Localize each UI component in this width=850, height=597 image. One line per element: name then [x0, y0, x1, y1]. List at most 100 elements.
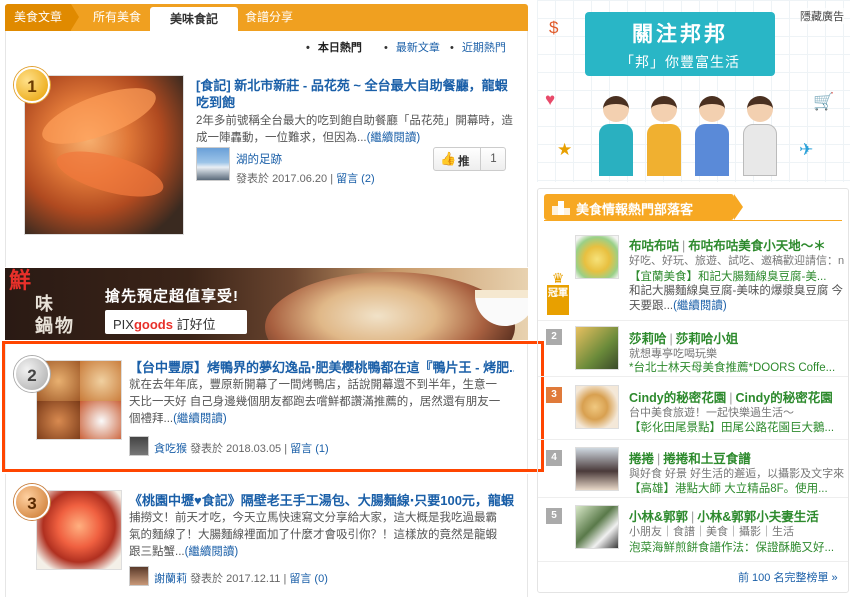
tab-food-articles[interactable]: 美食文章 — [5, 4, 79, 31]
restaurant-ad-banner[interactable]: 鮮 味 鍋物 搶先預定超值享受! PIXgoods 訂好位 — [5, 268, 528, 340]
blogger-post-excerpt: 和記大腸麵線臭豆腐-美味的爆漿臭豆腐 今天要跟...(繼續閱讀) — [629, 284, 844, 314]
excerpt-text: 2年多前號稱全台最大的吃到飽自助餐廳「品花苑」開幕時，造成一陣轟動，一位難求，但… — [196, 115, 513, 144]
logo-suffix: 訂好位 — [172, 317, 216, 332]
promo-subtitle: 「邦」你豐富生活 — [620, 54, 740, 70]
sort-latest[interactable]: 最新文章 — [384, 39, 440, 55]
post-date: 2017.12.11 — [226, 573, 281, 585]
ad-brand-bottom: 味 鍋物 — [35, 294, 75, 337]
posted-label: 發表於 — [236, 173, 269, 185]
sidebar: $ ♥ 🛒 ✈ ★ 關注邦邦 「邦」你豐富生活 隱藏廣告 美食情報熱門部落客 ♛ — [537, 0, 850, 597]
champion-label: 冠軍 — [547, 285, 569, 315]
blogger-description: 小朋友｜食譜｜美食｜攝影｜生活 — [629, 526, 794, 538]
blogger-nickname[interactable]: 莎莉哈 — [629, 332, 667, 346]
full-ranking-link[interactable]: 前 100 名完整榜單 » — [738, 569, 838, 585]
comments-link[interactable]: 留言 (0) — [289, 573, 328, 585]
blogger-latest-post[interactable]: 【彰化田尾景點】田尾公路花園巨大鵝... — [629, 419, 844, 435]
blogger-nickname[interactable]: Cindy的秘密花園 — [629, 391, 726, 405]
rank-badge: 3 — [14, 484, 50, 520]
read-more-link[interactable]: (繼續閱讀) — [185, 546, 239, 558]
meta-separator: | — [330, 173, 334, 185]
push-label: 推 — [458, 156, 470, 168]
author-name[interactable]: 謝蘭莉 — [154, 573, 187, 585]
blogger-avatar[interactable] — [575, 326, 619, 370]
promo-person — [695, 96, 729, 176]
blogger-nickname[interactable]: 布咕布咕 — [629, 239, 679, 253]
promo-title-box: 關注邦邦 「邦」你豐富生活 — [585, 12, 775, 76]
promo-person — [743, 96, 777, 176]
rank-badge: 1 — [14, 67, 50, 103]
blogger-description: 台中美食旅遊！一起快樂過生活～ — [629, 407, 794, 419]
post-date: 2017.06.20 — [272, 173, 328, 185]
bloggers-heading: 美食情報熱門部落客 — [544, 194, 743, 220]
tab-all-food[interactable]: 所有美食 — [81, 4, 153, 31]
bloggers-heading-text: 美食情報熱門部落客 — [576, 202, 694, 217]
author-name[interactable]: 湖的足跡 — [236, 151, 282, 167]
blogger-rank: 5 — [546, 508, 562, 524]
post-excerpt-text: 和記大腸麵線臭豆腐-美味的爆漿臭豆腐 今天要跟... — [629, 285, 844, 312]
sort-today-hot[interactable]: 本日熱門 — [306, 39, 362, 55]
read-more-link[interactable]: (繼續閱讀) — [673, 300, 727, 312]
blog-title[interactable]: Cindy的秘密花園 — [735, 391, 832, 405]
blogger-latest-post[interactable]: 泡菜海鮮煎餅食譜作法：保證酥脆又好... — [629, 539, 844, 555]
blogger-latest-post[interactable]: 【高雄】港點大師 大立精品8F。使用... — [629, 480, 844, 496]
article-thumbnail[interactable] — [24, 75, 184, 235]
tab-recipes[interactable]: 食譜分享 — [233, 4, 305, 31]
blogger-description: 與好食 好景 好生活的邂逅，以攝影及文字來分... — [629, 468, 844, 480]
blogger-item[interactable]: 5 小林&郭郭 | 小林&郭郭小夫妻生活 小朋友｜食譜｜美食｜攝影｜生活 泡菜海鮮煎… — [538, 498, 848, 562]
star-icon: ★ — [557, 140, 573, 159]
article-excerpt: 2年多前號稱全台最大的吃到飽自助餐廳「品花苑」開幕時，造成一陣轟動，一位難求，但… — [196, 113, 514, 147]
article-title[interactable]: [食記] 新北市新莊 - 品花苑 ~ 全台最大自助餐廳，龍蝦吃到飽 — [196, 77, 514, 111]
blogger-nickname[interactable]: 捲捲 — [629, 452, 654, 466]
blog-title[interactable]: 小林&郭郭小夫妻生活 — [697, 510, 819, 524]
blogger-avatar[interactable] — [575, 385, 619, 429]
article-title[interactable]: 《桃園中壢♥食記》隔壁老王手工湯包、大腸麵線‧只要100元，龍蝦... — [129, 492, 514, 509]
promo-person — [647, 96, 681, 176]
ad-headline: 搶先預定超值享受! — [105, 288, 239, 305]
blogger-item[interactable]: ♛ 冠軍 布咕布咕 | 布咕布咕美食小天地～＊ 好吃、好玩、旅遊、試吃、邀稿歡迎請信… — [538, 225, 848, 321]
promo-person — [599, 96, 633, 176]
promo-banner[interactable]: $ ♥ 🛒 ✈ ★ 關注邦邦 「邦」你豐富生活 隱藏廣告 — [537, 0, 850, 182]
blog-title[interactable]: 捲捲和土豆食譜 — [663, 452, 751, 466]
blogger-avatar[interactable] — [575, 235, 619, 279]
article-item: 3 《桃園中壢♥食記》隔壁老王手工湯包、大腸麵線‧只要100元，龍蝦... 捕撈… — [5, 474, 528, 597]
heart-icon: ♥ — [545, 90, 556, 109]
tab-food-journal[interactable]: 美味食記 — [150, 7, 238, 31]
blogger-avatar[interactable] — [575, 505, 619, 549]
article-meta: 謝蘭莉 發表於 2017.12.11 | 留言 (0) — [154, 570, 328, 586]
push-count: 1 — [480, 148, 506, 170]
highlight-frame — [2, 341, 544, 472]
thumbs-up-icon: 👍 — [440, 151, 457, 166]
champion-crown-icon: ♛ 冠軍 — [547, 271, 569, 315]
blogger-avatar[interactable] — [575, 447, 619, 491]
podium-icon — [552, 201, 570, 215]
push-button[interactable]: 👍 推 1 — [433, 147, 506, 171]
comments-link[interactable]: 留言 (2) — [336, 173, 375, 185]
blog-title[interactable]: 布咕布咕美食小天地～＊ — [688, 239, 826, 253]
read-more-link[interactable]: (繼續閱讀) — [367, 132, 421, 144]
pixgoods-logo-text: PIXgoods 訂好位 — [113, 314, 216, 333]
blogger-item[interactable]: 2 莎莉哈 | 莎莉哈小姐 就想專亭吃喝玩樂 *台北士林天母美食推薦*DOORS C… — [538, 321, 848, 377]
hide-ad-button[interactable]: 隱藏廣告 — [800, 8, 844, 24]
blogger-item[interactable]: 3 Cindy的秘密花園 | Cindy的秘密花園 台中美食旅遊！一起快樂過生活～ … — [538, 377, 848, 440]
posted-label: 發表於 — [190, 573, 224, 585]
ad-brand-top: 鮮 — [9, 268, 34, 294]
blog-title[interactable]: 莎莉哈小姐 — [676, 332, 739, 346]
blogger-rank: 4 — [546, 450, 562, 466]
blogger-latest-post[interactable]: *台北士林天母美食推薦*DOORS Coffe... — [629, 359, 844, 375]
blogger-latest-post[interactable]: 【宜蘭美食】和記大腸麵線臭豆腐-美... — [629, 268, 844, 284]
article-meta: 發表於 2017.06.20 | 留言 (2) — [236, 170, 375, 186]
author-avatar[interactable] — [129, 566, 149, 586]
sort-nav: 本日熱門 最新文章 近期熱門 — [5, 31, 528, 59]
ad-brand-logo: 鮮 味 鍋物 — [9, 270, 79, 338]
blogger-nickname[interactable]: 小林&郭郭 — [629, 510, 688, 524]
promo-title: 關注邦邦 — [632, 23, 728, 46]
heading-divider — [544, 220, 842, 221]
category-tabs: 美食文章 所有美食 美味食記 食譜分享 — [5, 4, 528, 31]
cart-icon: 🛒 — [813, 92, 835, 111]
sort-recent-hot[interactable]: 近期熱門 — [450, 39, 506, 55]
meta-separator: | — [283, 573, 287, 585]
author-avatar[interactable] — [196, 147, 230, 181]
article-excerpt: 捕撈文！前天才吃，今天立馬快速寫文分享給大家，這大概是我吃過最霸氣的麵線了！大腸… — [129, 510, 507, 562]
blogger-item[interactable]: 4 捲捲 | 捲捲和土豆食譜 與好食 好景 好生活的邂逅，以攝影及文字來分... 【… — [538, 440, 848, 498]
logo-goods: goods — [133, 317, 173, 332]
